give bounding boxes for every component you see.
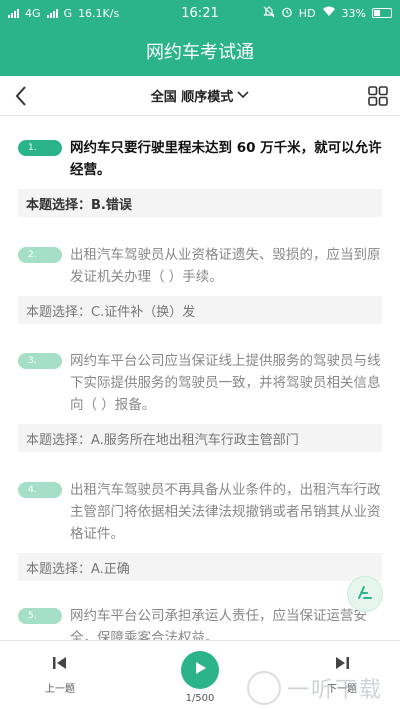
battery-icon [372, 8, 392, 18]
question-item[interactable]: 1. 网约车只要行驶里程未达到 60 万千米，就可以允许经营。 本题选择：B.错… [18, 137, 382, 217]
app-title: 网约车考试通 [146, 42, 254, 63]
question-text: 网约车平台公司承担承运人责任，应当保证运营安全，保障乘客合法权益。 [70, 608, 367, 640]
wifi-icon [322, 6, 336, 20]
edit-fab-button[interactable] [347, 576, 383, 612]
mode-label: 全国 顺序模式 [150, 90, 234, 105]
prev-label: 上一题 [45, 684, 75, 695]
question-number: 2. [18, 247, 62, 263]
question-text: 网约车平台公司应当保证线上提供服务的驾驶员与线下实际提供服务的驾驶员一致，并将驾… [70, 353, 381, 413]
question-text: 网约车只要行驶里程未达到 60 万千米，就可以允许经营。 [70, 140, 382, 178]
question-list: 1. 网约车只要行驶里程未达到 60 万千米，就可以允许经营。 本题选择：B.错… [0, 117, 400, 640]
prev-icon [52, 655, 68, 674]
status-right: HD 33% [263, 5, 392, 21]
signal-icon [8, 8, 19, 18]
question-answer: 本题选择：C.证件补（换）发 [18, 296, 382, 324]
question-item[interactable]: 3. 网约车平台公司应当保证线上提供服务的驾驶员与线下实际提供服务的驾驶员一致，… [18, 350, 382, 452]
question-item[interactable]: 2. 出租汽车驾驶员从业资格证遗失、毁损的，应当到原发证机关办理（ ）手续。 本… [18, 244, 382, 324]
question-number: 4. [18, 482, 62, 498]
back-icon[interactable] [10, 84, 34, 108]
app-title-bar: 网约车考试通 [0, 26, 400, 76]
question-number: 3. [18, 353, 62, 369]
mode-select[interactable]: 全国 顺序模式 [151, 86, 250, 105]
play-button[interactable] [181, 651, 219, 689]
mute-icon [263, 5, 275, 21]
chevron-down-icon [237, 88, 249, 103]
watermark: 一听下载 [247, 670, 397, 706]
signal-icon-2 [46, 8, 58, 18]
question-item[interactable]: 4. 出租汽车驾驶员不再具备从业条件的，出租汽车行政主管部门将依据相关法律法规撤… [18, 479, 382, 581]
alarm-icon [281, 6, 293, 21]
carrier-label-2: G [63, 6, 73, 20]
grid-icon[interactable] [368, 86, 388, 106]
question-answer: 本题选择：B.错误 [18, 189, 382, 217]
status-left: 4G G 16.1K/s [8, 7, 263, 20]
status-bar: 4G G 16.1K/s 16:21 HD 33% [0, 0, 400, 26]
edit-icon [356, 583, 374, 605]
play-icon [192, 660, 208, 680]
question-answer: 本题选择：A.正确 [18, 553, 382, 581]
question-text: 出租汽车驾驶员不再具备从业条件的，出租汽车行政主管部门将依据相关法律法规撤销或者… [70, 482, 381, 542]
nav-bar: 全国 顺序模式 [0, 76, 400, 116]
watermark-text: 一听下载 [287, 678, 384, 703]
question-answer: 本题选择：A.服务所在地出租汽车行政主管部门 [18, 424, 382, 452]
question-progress: 1/500 [185, 693, 215, 704]
carrier-label-1: 4G [25, 6, 41, 20]
question-number: 5. [18, 608, 62, 624]
battery-percent: 33% [341, 6, 366, 20]
net-speed: 16.1K/s [78, 6, 120, 20]
question-number: 1. [18, 140, 62, 156]
prev-question-button[interactable]: 上一题 [30, 655, 90, 695]
hd-label: HD [298, 6, 316, 20]
question-item[interactable]: 5. 网约车平台公司承担承运人责任，应当保证运营安全，保障乘客合法权益。 [18, 605, 382, 640]
question-text: 出租汽车驾驶员从业资格证遗失、毁损的，应当到原发证机关办理（ ）手续。 [70, 247, 381, 285]
watermark-logo-icon [247, 671, 281, 705]
